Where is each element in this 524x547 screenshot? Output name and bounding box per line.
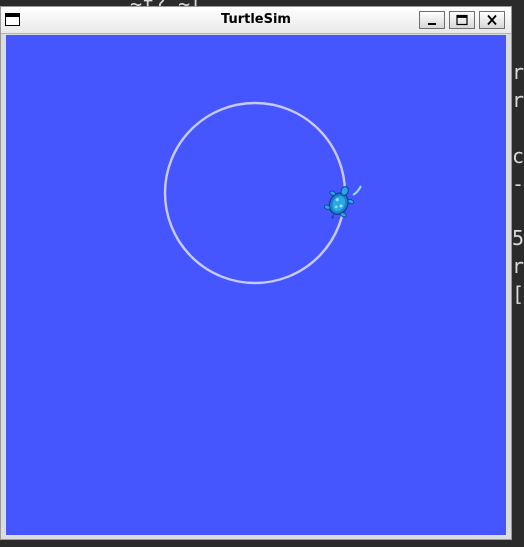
- turtle-icon: [323, 186, 355, 219]
- maximize-button[interactable]: [449, 11, 475, 29]
- close-icon: [487, 14, 497, 26]
- close-button[interactable]: [479, 11, 505, 29]
- turtle-antenna: [352, 185, 362, 196]
- maximize-icon: [456, 14, 468, 26]
- turtlesim-window[interactable]: TurtleSim: [0, 6, 512, 540]
- minimize-icon: [428, 23, 436, 25]
- turtle-scene: [163, 101, 362, 285]
- minimize-button[interactable]: [419, 11, 445, 29]
- turtle-trail-circle: [163, 101, 347, 285]
- turtle-canvas: [6, 35, 506, 535]
- title-bar[interactable]: TurtleSim: [1, 7, 511, 34]
